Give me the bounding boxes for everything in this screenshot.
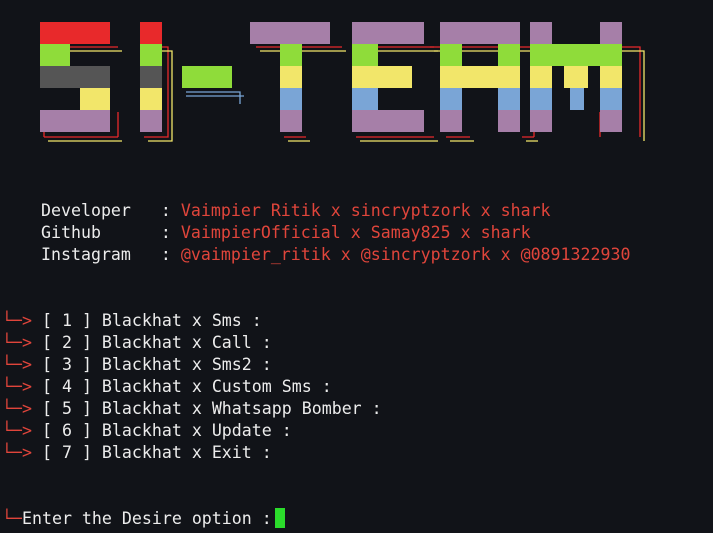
info-row-instagram: Instagram : @vaimpier_ritik x @sincryptz… [41, 244, 630, 266]
arrow-icon: └─> [2, 355, 32, 374]
menu-item-exit[interactable]: └─> [ 7 ] Blackhat x Exit : [2, 442, 272, 464]
menu-item-label: [ 1 ] Blackhat x Sms : [41, 311, 262, 330]
menu-item-label: [ 6 ] Blackhat x Update : [41, 421, 292, 440]
menu-item-sms2[interactable]: └─> [ 3 ] Blackhat x Sms2 : [2, 354, 272, 376]
arrow-icon: └─> [2, 333, 32, 352]
info-value: VaimpierOfficial x Samay825 x shark [180, 223, 531, 242]
info-value: @vaimpier_ritik x @sincryptzork x @08913… [180, 245, 631, 264]
info-row-github: Github : VaimpierOfficial x Samay825 x s… [41, 222, 531, 244]
text-cursor[interactable] [274, 508, 285, 528]
terminal-window: Developer : Vaimpier Ritik x sincryptzor… [0, 0, 713, 533]
option-prompt[interactable]: └─Enter the Desire option : [2, 508, 285, 530]
si-team-banner [40, 22, 645, 142]
arrow-icon: └─> [2, 311, 32, 330]
menu-item-sms[interactable]: └─> [ 1 ] Blackhat x Sms : [2, 310, 262, 332]
info-separator: : [160, 223, 171, 242]
menu-item-label: [ 7 ] Blackhat x Exit : [41, 443, 272, 462]
arrow-icon: └─> [2, 377, 32, 396]
menu-item-call[interactable]: └─> [ 2 ] Blackhat x Call : [2, 332, 272, 354]
menu-item-update[interactable]: └─> [ 6 ] Blackhat x Update : [2, 420, 292, 442]
prompt-text: Enter the Desire option : [21, 509, 272, 528]
menu-item-whatsapp-bomber[interactable]: └─> [ 5 ] Blackhat x Whatsapp Bomber : [2, 398, 382, 420]
arrow-icon: └─> [2, 421, 32, 440]
info-label: Github [41, 223, 101, 242]
menu-item-custom-sms[interactable]: └─> [ 4 ] Blackhat x Custom Sms : [2, 376, 332, 398]
info-row-developer: Developer : Vaimpier Ritik x sincryptzor… [41, 200, 551, 222]
info-label: Instagram [41, 245, 131, 264]
info-value: Vaimpier Ritik x sincryptzork x shark [180, 201, 551, 220]
prompt-corner-icon: └─ [2, 509, 22, 528]
menu-item-label: [ 2 ] Blackhat x Call : [41, 333, 272, 352]
arrow-icon: └─> [2, 399, 32, 418]
menu-item-label: [ 3 ] Blackhat x Sms2 : [41, 355, 272, 374]
info-separator: : [160, 201, 171, 220]
info-label: Developer [41, 201, 131, 220]
info-separator: : [160, 245, 171, 264]
arrow-icon: └─> [2, 443, 32, 462]
menu-item-label: [ 4 ] Blackhat x Custom Sms : [41, 377, 332, 396]
menu-item-label: [ 5 ] Blackhat x Whatsapp Bomber : [41, 399, 382, 418]
